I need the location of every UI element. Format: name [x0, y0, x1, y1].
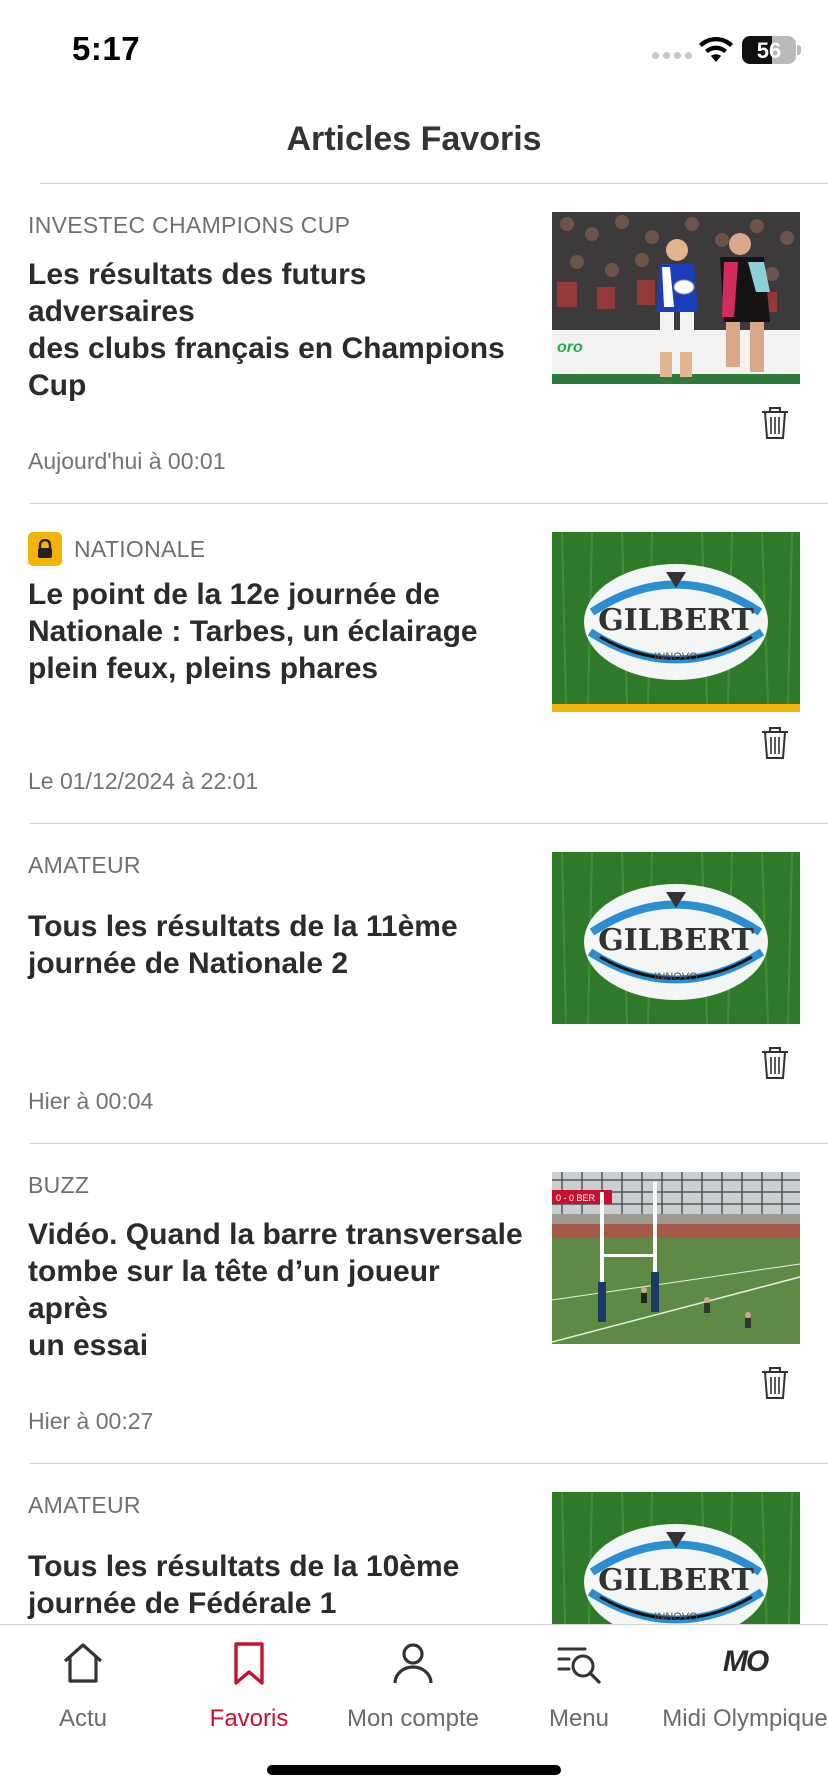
favorites-list[interactable]: INVESTEC CHAMPIONS CUP Les résultats des…: [0, 184, 828, 1624]
rugby-ball-photo: GILBERT INNOVO: [552, 852, 800, 1024]
tab-midi-olympique[interactable]: MO Midi Olympique: [662, 1625, 828, 1755]
article-category: AMATEUR: [28, 852, 141, 879]
category-label: NATIONALE: [74, 535, 206, 562]
tab-label: Menu: [548, 1705, 610, 1732]
category-label: AMATEUR: [28, 852, 141, 878]
article-category: INVESTEC CHAMPIONS CUP: [28, 212, 350, 239]
battery-icon: 56: [742, 36, 796, 64]
title-line: Tous les résultats de la 11ème: [28, 910, 458, 943]
article-item[interactable]: INVESTEC CHAMPIONS CUP Les résultats des…: [0, 184, 828, 504]
signal-icon: [652, 52, 692, 59]
svg-text:oro: oro: [557, 339, 583, 356]
tab-label: Favoris: [209, 1705, 289, 1732]
title-line: un essai: [28, 1329, 149, 1362]
home-icon: [63, 1643, 103, 1683]
ball-brand: GILBERT: [598, 603, 754, 638]
svg-text:INNOVO: INNOVO: [654, 1611, 698, 1623]
title-line: des clubs français en Champions: [28, 332, 505, 365]
article-date: Le 01/12/2024 à 22:01: [28, 768, 259, 794]
tab-label: Midi Olympique: [662, 1705, 828, 1732]
article-item[interactable]: NATIONALE Le point de la 12e journée de …: [0, 504, 828, 824]
title-line: Cup: [28, 369, 87, 402]
trash-icon[interactable]: [760, 1046, 790, 1080]
tab-mon-compte[interactable]: Mon compte: [330, 1625, 496, 1755]
page-title: Articles Favoris: [286, 120, 542, 158]
title-line: journée de Fédérale 1: [28, 1587, 337, 1620]
rugby-posts-photo: 0 - 0 BER: [552, 1172, 800, 1344]
article-thumbnail[interactable]: GILBERT INNOVO: [552, 1492, 800, 1624]
tab-menu[interactable]: Menu: [496, 1625, 662, 1755]
category-label: BUZZ: [28, 1172, 90, 1198]
lock-icon: [28, 532, 62, 566]
category-label: INVESTEC CHAMPIONS CUP: [28, 212, 351, 238]
article-title[interactable]: Les résultats des futurs adversaires des…: [28, 256, 528, 404]
trash-icon[interactable]: [760, 1366, 790, 1400]
article-date: Aujourd'hui à 00:01: [28, 448, 226, 474]
rugby-ball-photo: GILBERT INNOVO: [552, 532, 800, 704]
article-item[interactable]: AMATEUR Tous les résultats de la 10ème j…: [0, 1464, 828, 1624]
article-title[interactable]: Tous les résultats de la 11ème journée d…: [28, 908, 528, 982]
article-thumbnail[interactable]: oro: [552, 212, 800, 384]
battery-cap: [797, 45, 801, 55]
tab-label: Actu: [58, 1705, 108, 1732]
article-title[interactable]: Tous les résultats de la 10ème journée d…: [28, 1548, 528, 1622]
wifi-icon: [699, 36, 733, 62]
ball-brand: GILBERT: [598, 1563, 754, 1598]
article-date: Hier à 00:04: [28, 1088, 154, 1114]
title-line: Les résultats des futurs adversaires: [28, 258, 367, 328]
article-item[interactable]: AMATEUR Tous les résultats de la 11ème j…: [0, 824, 828, 1144]
trash-icon[interactable]: [760, 726, 790, 760]
title-line: tombe sur la tête d’un joueur après: [28, 1255, 440, 1325]
article-category: AMATEUR: [28, 1492, 141, 1519]
battery-level: 56: [756, 38, 782, 63]
article-thumbnail[interactable]: 0 - 0 BER: [552, 1172, 800, 1344]
article-title[interactable]: Vidéo. Quand la barre transversale tombe…: [28, 1216, 528, 1364]
trash-icon[interactable]: [760, 406, 790, 440]
bookmark-icon: [234, 1642, 264, 1685]
article-title[interactable]: Le point de la 12e journée de Nationale …: [28, 576, 528, 687]
rugby-match-photo: oro: [552, 212, 800, 384]
tab-favoris[interactable]: Favoris: [166, 1625, 332, 1755]
article-category: NATIONALE: [28, 532, 205, 566]
svg-text:INNOVO: INNOVO: [654, 651, 698, 663]
page-header: Articles Favoris: [0, 100, 828, 184]
user-icon: [393, 1643, 433, 1684]
status-bar: 5:17 56: [0, 0, 828, 100]
article-item[interactable]: BUZZ Vidéo. Quand la barre transversale …: [0, 1144, 828, 1464]
title-line: Nationale : Tarbes, un éclairage: [28, 615, 478, 648]
svg-text:0 - 0 BER: 0 - 0 BER: [556, 1193, 596, 1203]
tab-actu[interactable]: Actu: [0, 1625, 166, 1755]
article-thumbnail[interactable]: GILBERT INNOVO: [552, 532, 800, 712]
mo-logo-icon: MO: [722, 1645, 769, 1678]
title-line: plein feux, pleins phares: [28, 652, 379, 685]
tab-label: Mon compte: [346, 1705, 480, 1732]
article-date: Hier à 00:27: [28, 1408, 154, 1434]
article-category: BUZZ: [28, 1172, 89, 1199]
menu-search-icon: [557, 1647, 601, 1684]
home-indicator: [267, 1765, 561, 1775]
svg-text:INNOVO: INNOVO: [654, 971, 698, 983]
title-line: journée de Nationale 2: [28, 947, 349, 980]
category-label: AMATEUR: [28, 1492, 141, 1518]
article-thumbnail[interactable]: GILBERT INNOVO: [552, 852, 800, 1024]
ball-brand: GILBERT: [598, 923, 754, 958]
title-line: Le point de la 12e journée de: [28, 578, 440, 611]
title-line: Tous les résultats de la 10ème: [28, 1550, 460, 1583]
title-line: Vidéo. Quand la barre transversale: [28, 1218, 523, 1251]
rugby-ball-photo: GILBERT INNOVO: [552, 1492, 800, 1624]
status-time: 5:17: [72, 30, 141, 67]
